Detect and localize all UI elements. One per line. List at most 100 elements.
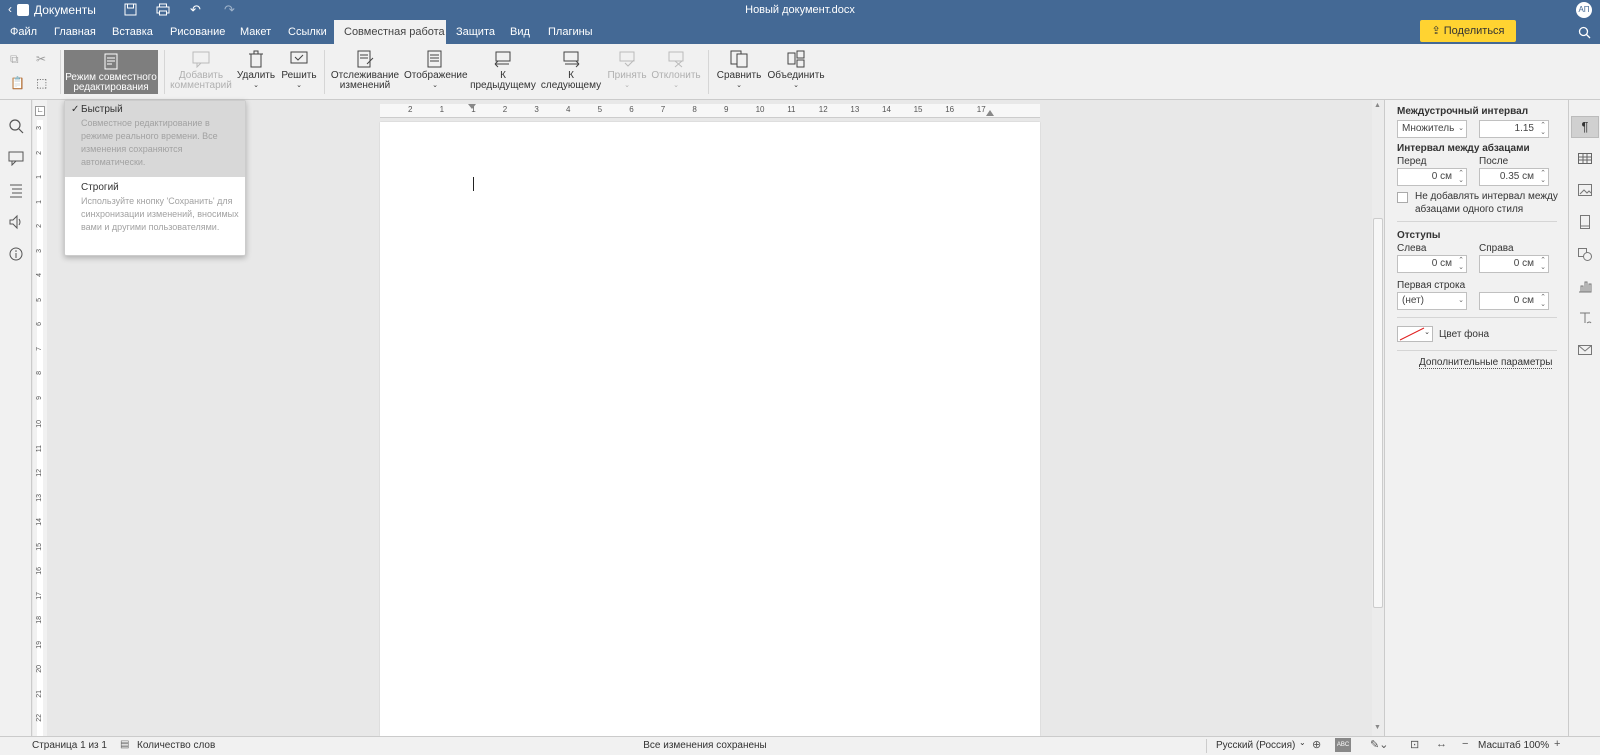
spinner-icon[interactable]: ⌃ ⌄ [1540, 122, 1546, 136]
menu-bar: Файл Главная Вставка Рисование Макет Ссы… [0, 20, 1600, 44]
tab-draw[interactable]: Рисование [160, 20, 235, 44]
spinner-icon[interactable]: ⌃ ⌄ [1540, 170, 1546, 184]
tab-file[interactable]: Файл [0, 20, 47, 44]
tab-protection[interactable]: Защита [446, 20, 505, 44]
delete-button[interactable]: Удалить ⌄ [236, 50, 276, 91]
tab-layout[interactable]: Макет [230, 20, 281, 44]
scroll-up-icon[interactable]: ▲ [1374, 102, 1381, 109]
fit-page-icon[interactable]: ⊡ [1410, 738, 1419, 751]
vertical-scrollbar[interactable]: ▲ ▼ [1372, 100, 1384, 736]
left-indent-input[interactable]: 0 см ⌃ ⌄ [1397, 255, 1467, 273]
tab-view[interactable]: Вид [500, 20, 540, 44]
ruler-tick-label: 6 [36, 322, 43, 326]
first-line-value-input[interactable]: 0 см ⌃ ⌄ [1479, 292, 1549, 310]
compare-button[interactable]: Сравнить ⌄ [714, 50, 764, 91]
coedit-mode-fast[interactable]: ✓ Быстрый Совместное редактирование в ре… [65, 101, 245, 177]
comments-icon[interactable] [8, 150, 24, 166]
coedit-mode-button[interactable]: Режим совместного редактирования [64, 50, 158, 94]
spinner-icon[interactable]: ⌃ ⌄ [1540, 257, 1546, 271]
tab-plugins[interactable]: Плагины [538, 20, 603, 44]
user-avatar[interactable]: АП [1576, 2, 1592, 18]
left-indent-marker[interactable] [468, 104, 476, 109]
background-color-picker[interactable]: ⌄ [1397, 326, 1433, 342]
separator [1206, 739, 1207, 753]
spinner-icon[interactable]: ⌃ ⌄ [1540, 294, 1546, 308]
title-bar: ‹ Документы ↶ ↷ Новый документ.docx АП [0, 0, 1600, 20]
spinner-icon[interactable]: ⌃ ⌄ [1458, 170, 1464, 184]
coedit-mode-strict[interactable]: Строгий Используйте кнопку 'Сохранить' д… [65, 179, 245, 255]
line-spacing-value-input[interactable]: 1.15 ⌃ ⌄ [1479, 120, 1549, 138]
ruler-tick-label: 7 [660, 105, 666, 114]
header-footer-icon[interactable] [1577, 214, 1593, 230]
paste-icon[interactable]: 📋 [10, 76, 25, 90]
next-change-button[interactable]: К следующему [538, 50, 604, 91]
display-button[interactable]: Отображение ⌄ [404, 50, 468, 91]
undo-icon[interactable]: ↶ [190, 2, 201, 18]
chart-icon[interactable] [1577, 278, 1593, 294]
globe-icon[interactable]: ⊕ [1312, 738, 1321, 751]
app-name[interactable]: Документы [34, 3, 96, 17]
accept-icon [619, 51, 635, 67]
text-art-icon[interactable] [1577, 310, 1593, 326]
line-spacing-mode-select[interactable]: Множитель ⌄ [1397, 120, 1467, 138]
previous-change-button[interactable]: К предыдущему [470, 50, 536, 91]
resolve-button[interactable]: Решить ⌄ [280, 50, 318, 91]
ruler-tick-label: 2 [408, 105, 413, 114]
image-icon[interactable] [1577, 182, 1593, 198]
shape-icon[interactable] [1577, 246, 1593, 262]
word-count-button[interactable]: Количество слов [137, 740, 215, 751]
no-add-spacing-checkbox[interactable] [1397, 192, 1408, 203]
track-changes-status-icon[interactable]: ✎⌄ [1370, 738, 1388, 751]
track-changes-button[interactable]: Отслеживание изменений [330, 50, 400, 91]
reject-button[interactable]: Отклонить ⌄ [650, 50, 702, 91]
tab-stop-selector[interactable]: ∟ [35, 106, 45, 116]
fit-width-icon[interactable]: ↔ [1436, 738, 1447, 750]
language-select[interactable]: Русский (Россия) [1216, 740, 1295, 751]
tab-home[interactable]: Главная [44, 20, 106, 44]
speaker-icon[interactable] [8, 214, 24, 230]
zoom-level[interactable]: Масштаб 100% [1478, 740, 1549, 751]
no-add-spacing-label-1: Не добавлять интервал между [1415, 191, 1558, 202]
ruler-tick-label: 3 [36, 248, 43, 253]
print-icon[interactable] [156, 3, 170, 16]
no-add-spacing-label-2: абзацами одного стиля [1415, 204, 1524, 215]
search-icon[interactable] [8, 118, 24, 134]
add-comment-button[interactable]: Добавить комментарий [170, 50, 232, 91]
right-indent-marker[interactable] [986, 110, 994, 116]
tab-collaboration[interactable]: Совместная работа [334, 20, 446, 44]
copy-icon[interactable]: ⧉ [10, 52, 19, 67]
spacing-after-input[interactable]: 0.35 см ⌃ ⌄ [1479, 168, 1549, 186]
scroll-thumb[interactable] [1373, 218, 1383, 608]
zoom-out-icon[interactable]: − [1462, 738, 1468, 750]
coedit-mode-dropdown: ✓ Быстрый Совместное редактирование в ре… [64, 100, 246, 256]
scroll-down-icon[interactable]: ▼ [1374, 724, 1381, 731]
tab-insert[interactable]: Вставка [102, 20, 163, 44]
zoom-in-icon[interactable]: + [1554, 738, 1560, 750]
spinner-icon[interactable]: ⌃ ⌄ [1458, 257, 1464, 271]
ruler-tick-label: 15 [913, 105, 923, 114]
redo-icon[interactable]: ↷ [224, 2, 235, 18]
info-icon[interactable] [8, 246, 24, 262]
cut-icon[interactable]: ✂ [36, 52, 46, 66]
table-icon[interactable] [1577, 150, 1593, 166]
right-indent-input[interactable]: 0 см ⌃ ⌄ [1479, 255, 1549, 273]
save-icon[interactable] [124, 3, 137, 16]
spacing-before-input[interactable]: 0 см ⌃ ⌄ [1397, 168, 1467, 186]
advanced-settings-link[interactable]: Дополнительные параметры [1419, 357, 1553, 369]
paragraph-settings-tab[interactable]: ¶ [1571, 116, 1599, 138]
ruler-tick-label: 16 [36, 567, 43, 575]
search-icon[interactable] [1578, 26, 1591, 39]
accept-button[interactable]: Принять ⌄ [604, 50, 650, 91]
first-line-mode-select[interactable]: (нет) ⌄ [1397, 292, 1467, 310]
mail-merge-icon[interactable] [1577, 342, 1593, 358]
document-page[interactable] [380, 122, 1040, 736]
spellcheck-icon[interactable]: ABC [1335, 738, 1351, 752]
tab-references[interactable]: Ссылки [278, 20, 337, 44]
share-button[interactable]: ⇪ Поделиться [1420, 20, 1516, 42]
merge-button[interactable]: Объединить ⌄ [766, 50, 826, 91]
back-icon[interactable]: ‹ [8, 2, 12, 16]
navigation-icon[interactable] [8, 182, 24, 198]
horizontal-ruler: 2 1 1 2 3 4 5 6 7 8 9 10 11 12 13 14 15 16 17 [380, 104, 1040, 118]
select-all-icon[interactable]: ⬚ [36, 76, 47, 90]
page-counter[interactable]: Страница 1 из 1 [32, 740, 107, 751]
